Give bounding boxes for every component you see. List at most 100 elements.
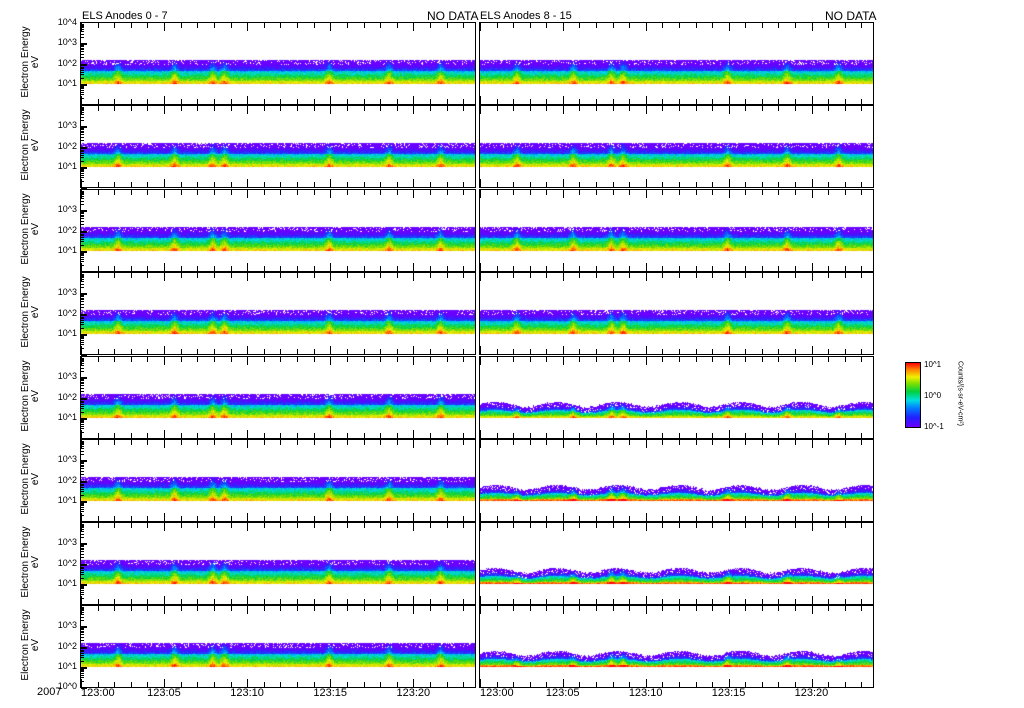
x-tick	[562, 190, 564, 198]
x-tick	[446, 273, 448, 278]
x-tick	[562, 96, 564, 104]
x-tick	[446, 682, 448, 687]
x-tick	[662, 23, 664, 28]
y-tick	[81, 529, 84, 531]
x-tick	[330, 23, 332, 31]
spectrogram-panel-anodes-0-7-row-7	[80, 522, 476, 606]
spectrogram-image	[81, 106, 475, 187]
y-tick	[81, 417, 87, 420]
y-tick	[81, 213, 84, 215]
x-tick	[197, 266, 199, 271]
y-tick	[81, 527, 84, 529]
x-tick	[562, 440, 564, 448]
x-tick	[330, 523, 332, 531]
y-tick	[81, 196, 84, 198]
y-tick	[81, 112, 84, 114]
x-tick	[662, 273, 664, 278]
y-tick	[81, 109, 84, 111]
x-tick	[629, 433, 631, 438]
x-tick	[263, 606, 265, 611]
x-tick	[197, 523, 199, 528]
spectrogram-image	[480, 23, 873, 104]
x-tick	[247, 606, 249, 614]
x-tick	[164, 430, 166, 438]
x-tick	[346, 349, 348, 354]
y-tick	[81, 365, 84, 367]
x-tick	[313, 516, 315, 521]
x-tick	[330, 190, 332, 198]
x-tick	[130, 606, 132, 611]
x-tick	[446, 357, 448, 362]
y-tick	[81, 377, 87, 380]
y-tick	[81, 502, 84, 504]
y-axis-label: Electron Energy eV	[20, 517, 41, 607]
x-tick	[844, 99, 846, 104]
x-tick	[645, 106, 647, 114]
x-tick	[745, 273, 747, 278]
left-no-data-label: NO DATA	[427, 9, 479, 23]
x-tick	[263, 682, 265, 687]
x-tick	[180, 273, 182, 278]
x-tick	[795, 266, 797, 271]
x-tick	[213, 433, 215, 438]
x-tick	[828, 682, 830, 687]
x-tick	[446, 99, 448, 104]
y-tick	[81, 190, 84, 192]
x-tick	[678, 182, 680, 187]
x-tick	[297, 599, 299, 604]
y-tick	[81, 358, 84, 360]
y-tick	[81, 204, 84, 206]
y-tick	[81, 533, 84, 535]
x-tick	[844, 273, 846, 278]
y-tick	[81, 154, 84, 156]
x-tick	[164, 513, 166, 521]
x-tick	[612, 182, 614, 187]
x-tick	[861, 440, 863, 445]
y-tick	[81, 484, 84, 486]
x-tick	[346, 106, 348, 111]
x-tick	[612, 23, 614, 28]
x-tick	[828, 349, 830, 354]
y-tick	[81, 357, 84, 359]
x-tick	[164, 106, 166, 114]
y-tick	[81, 66, 84, 68]
spectrogram-image	[81, 190, 475, 271]
y-tick	[81, 26, 84, 28]
x-tick	[562, 679, 564, 687]
y-tick	[81, 315, 84, 317]
x-tick	[678, 273, 680, 278]
x-tick	[513, 357, 515, 362]
x-tick	[529, 357, 531, 362]
x-tick	[811, 513, 813, 521]
x-tick	[811, 523, 813, 531]
y-tick	[81, 83, 87, 86]
y-tick-label: 10^2	[57, 57, 77, 68]
y-tick	[81, 169, 84, 171]
x-tick	[678, 349, 680, 354]
x-tick	[596, 440, 598, 445]
x-tick	[114, 523, 116, 528]
x-tick	[330, 106, 332, 114]
x-tick	[396, 433, 398, 438]
x-tick	[662, 99, 664, 104]
x-tick	[413, 179, 415, 187]
y-tick	[81, 401, 84, 403]
x-tick	[130, 682, 132, 687]
x-tick	[745, 349, 747, 354]
x-tick	[330, 606, 332, 614]
y-axis-units: eV	[30, 55, 41, 69]
y-tick	[81, 236, 84, 238]
x-tick	[180, 440, 182, 445]
spectrogram-image	[480, 357, 873, 438]
x-tick	[629, 266, 631, 271]
x-tick	[147, 349, 149, 354]
x-tick	[463, 357, 465, 362]
x-tick	[811, 679, 813, 687]
y-axis-label: Electron Energy eV	[20, 351, 41, 441]
x-tick	[662, 182, 664, 187]
x-tick	[712, 516, 714, 521]
y-tick	[81, 299, 84, 301]
x-tick	[645, 679, 647, 687]
y-tick	[81, 287, 84, 289]
x-tick	[280, 682, 282, 687]
